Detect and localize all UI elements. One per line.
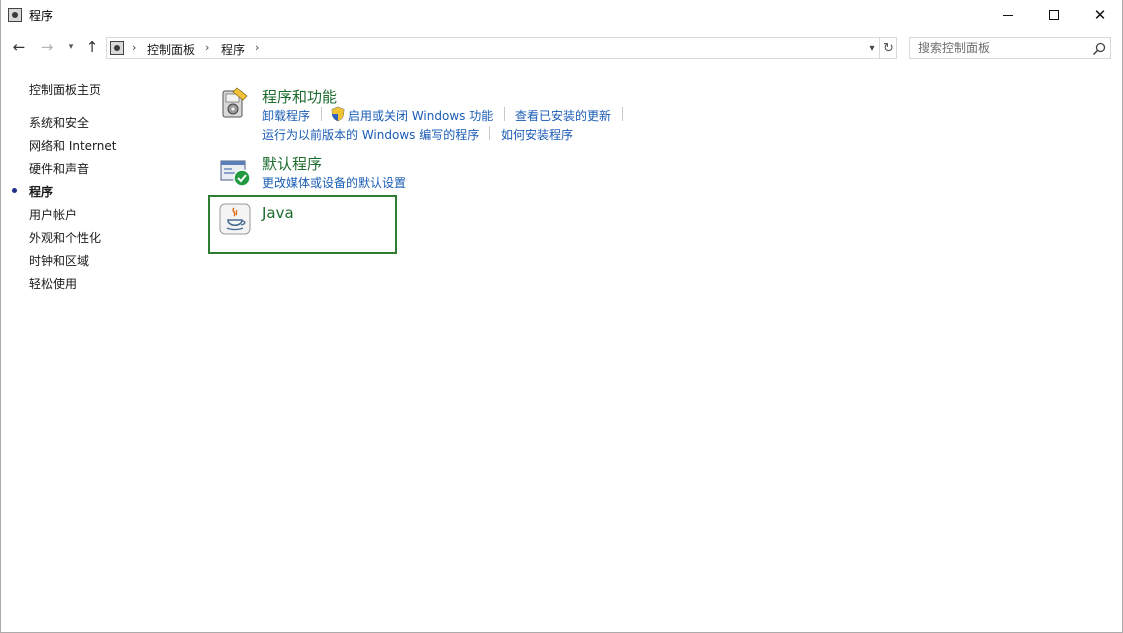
- link-divider: [489, 126, 490, 140]
- maximize-icon: [1049, 10, 1059, 20]
- java-icon[interactable]: [219, 203, 251, 235]
- breadcrumb-separator[interactable]: ›: [132, 41, 136, 54]
- sidebar-item-system-security[interactable]: 系统和安全: [29, 114, 89, 131]
- search-icon[interactable]: [1092, 42, 1106, 56]
- sidebar-item-hardware-sound[interactable]: 硬件和声音: [29, 160, 89, 177]
- sidebar-home-link[interactable]: 控制面板主页: [29, 81, 101, 98]
- breadcrumb-programs[interactable]: 程序: [221, 41, 245, 58]
- active-bullet-icon: [12, 188, 17, 193]
- link-divider: [321, 107, 322, 121]
- minimize-icon: [1003, 14, 1013, 16]
- search-box[interactable]: [909, 37, 1111, 59]
- control-panel-icon: [8, 8, 22, 22]
- refresh-icon: ↻: [883, 40, 894, 56]
- programs-features-icon[interactable]: [219, 86, 249, 120]
- default-programs-icon[interactable]: [220, 158, 252, 188]
- chevron-down-icon: ▾: [68, 42, 74, 52]
- breadcrumb-separator[interactable]: ›: [205, 41, 209, 54]
- change-default-settings-link[interactable]: 更改媒体或设备的默认设置: [262, 174, 406, 191]
- default-programs-title[interactable]: 默认程序: [262, 153, 322, 174]
- window-title: 程序: [29, 9, 54, 23]
- sidebar-item-programs[interactable]: 程序: [29, 183, 53, 200]
- address-bar[interactable]: › 控制面板 › 程序 › ▾ ↻: [106, 37, 897, 59]
- sidebar-item-clock-region[interactable]: 时钟和区域: [29, 252, 89, 269]
- sidebar-item-ease-of-access[interactable]: 轻松使用: [29, 275, 77, 292]
- search-input[interactable]: [918, 40, 1088, 56]
- forward-button[interactable]: →: [37, 37, 57, 57]
- arrow-left-icon: ←: [12, 38, 26, 56]
- breadcrumb-control-panel[interactable]: 控制面板: [147, 41, 195, 58]
- navigation-bar: ← → ▾ ↑ › 控制面板 › 程序 › ▾ ↻: [1, 32, 1122, 62]
- minimize-button[interactable]: [985, 0, 1031, 30]
- programs-features-title[interactable]: 程序和功能: [262, 86, 337, 107]
- address-dropdown-button[interactable]: ▾: [865, 39, 879, 57]
- link-divider: [504, 107, 505, 121]
- sidebar-item-appearance[interactable]: 外观和个性化: [29, 229, 101, 246]
- link-divider: [622, 107, 623, 121]
- how-to-install-link[interactable]: 如何安装程序: [501, 126, 573, 143]
- title-bar: 程序 ✕: [1, 0, 1122, 30]
- arrow-right-icon: →: [40, 38, 54, 56]
- sidebar-item-user-accounts[interactable]: 用户帐户: [29, 206, 77, 223]
- chevron-down-icon: ▾: [869, 42, 875, 54]
- arrow-up-icon: ↑: [85, 38, 99, 56]
- control-panel-icon: [110, 41, 124, 55]
- close-button[interactable]: ✕: [1077, 0, 1123, 30]
- up-button[interactable]: ↑: [83, 37, 101, 57]
- sidebar-item-network-internet[interactable]: 网络和 Internet: [29, 137, 116, 154]
- maximize-button[interactable]: [1031, 0, 1077, 30]
- refresh-button[interactable]: ↻: [879, 38, 897, 58]
- windows-features-link[interactable]: 启用或关闭 Windows 功能: [348, 107, 493, 124]
- view-installed-updates-link[interactable]: 查看已安装的更新: [515, 107, 611, 124]
- run-older-programs-link[interactable]: 运行为以前版本的 Windows 编写的程序: [262, 126, 479, 143]
- control-panel-window: 程序 ✕ ← → ▾ ↑ › 控制面板 › 程序 › ▾ ↻ 控制面板主: [0, 0, 1123, 633]
- back-button[interactable]: ←: [9, 37, 29, 57]
- recent-locations-button[interactable]: ▾: [65, 37, 77, 57]
- uninstall-program-link[interactable]: 卸载程序: [262, 107, 310, 124]
- java-title[interactable]: Java: [262, 204, 294, 222]
- breadcrumb-separator[interactable]: ›: [255, 41, 259, 54]
- close-icon: ✕: [1093, 5, 1107, 24]
- uac-shield-icon: [331, 106, 345, 122]
